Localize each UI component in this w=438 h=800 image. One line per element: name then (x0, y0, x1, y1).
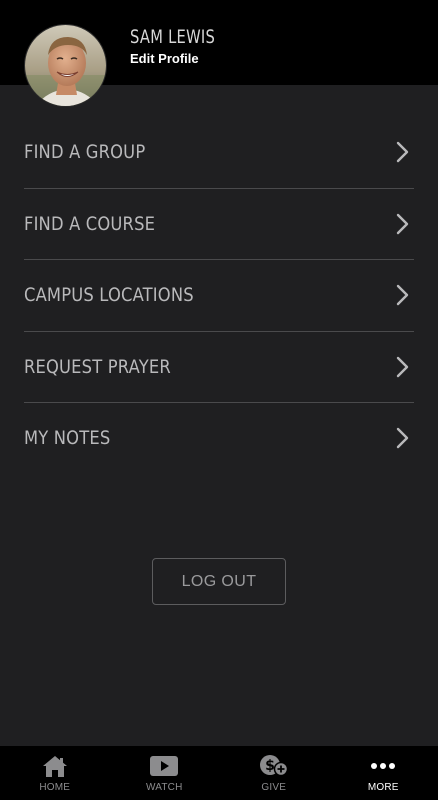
menu-item-find-a-course[interactable]: FIND A COURSE (24, 189, 414, 260)
play-video-icon (149, 753, 179, 779)
menu-item-label: MY NOTES (24, 427, 111, 449)
menu-item-label: CAMPUS LOCATIONS (24, 284, 194, 306)
tab-label: WATCH (145, 782, 183, 793)
tab-watch[interactable]: WATCH (110, 746, 220, 800)
menu-item-request-prayer[interactable]: REQUEST PRAYER (24, 332, 414, 403)
chevron-right-icon (396, 213, 409, 234)
menu-item-campus-locations[interactable]: CAMPUS LOCATIONS (24, 260, 414, 332)
more-menu: FIND A GROUP FIND A COURSE CAMPUS LOCATI… (24, 117, 414, 475)
bottom-tab-bar: HOME WATCH $ GIVE MORE (0, 746, 438, 800)
tab-label: MORE (367, 782, 399, 793)
give-money-icon: $ (259, 753, 289, 779)
tab-home[interactable]: HOME (0, 746, 110, 800)
svg-text:$: $ (265, 758, 275, 774)
menu-item-my-notes[interactable]: MY NOTES (24, 403, 414, 475)
tab-label: HOME (39, 782, 71, 793)
tab-label: GIVE (261, 782, 287, 793)
chevron-right-icon (396, 356, 409, 377)
menu-item-label: REQUEST PRAYER (24, 355, 171, 378)
chevron-right-icon (396, 284, 409, 306)
more-dots-icon (368, 753, 398, 779)
logout-button[interactable]: LOG OUT (152, 558, 286, 605)
avatar-photo (25, 25, 106, 106)
chevron-right-icon (396, 141, 409, 163)
more-screen: SAM LEWIS Edit Profile FIND A GROUP FIND… (0, 0, 438, 800)
menu-item-label: FIND A GROUP (24, 141, 146, 163)
avatar[interactable] (24, 24, 107, 107)
menu-item-label: FIND A COURSE (24, 212, 156, 235)
tab-more[interactable]: MORE (329, 746, 438, 800)
profile-name: SAM LEWIS (130, 26, 216, 48)
tab-give[interactable]: $ GIVE (219, 746, 329, 800)
edit-profile-link[interactable]: Edit Profile (130, 51, 199, 66)
chevron-right-icon (396, 427, 409, 449)
home-icon (40, 753, 70, 779)
menu-item-find-a-group[interactable]: FIND A GROUP (24, 117, 414, 189)
